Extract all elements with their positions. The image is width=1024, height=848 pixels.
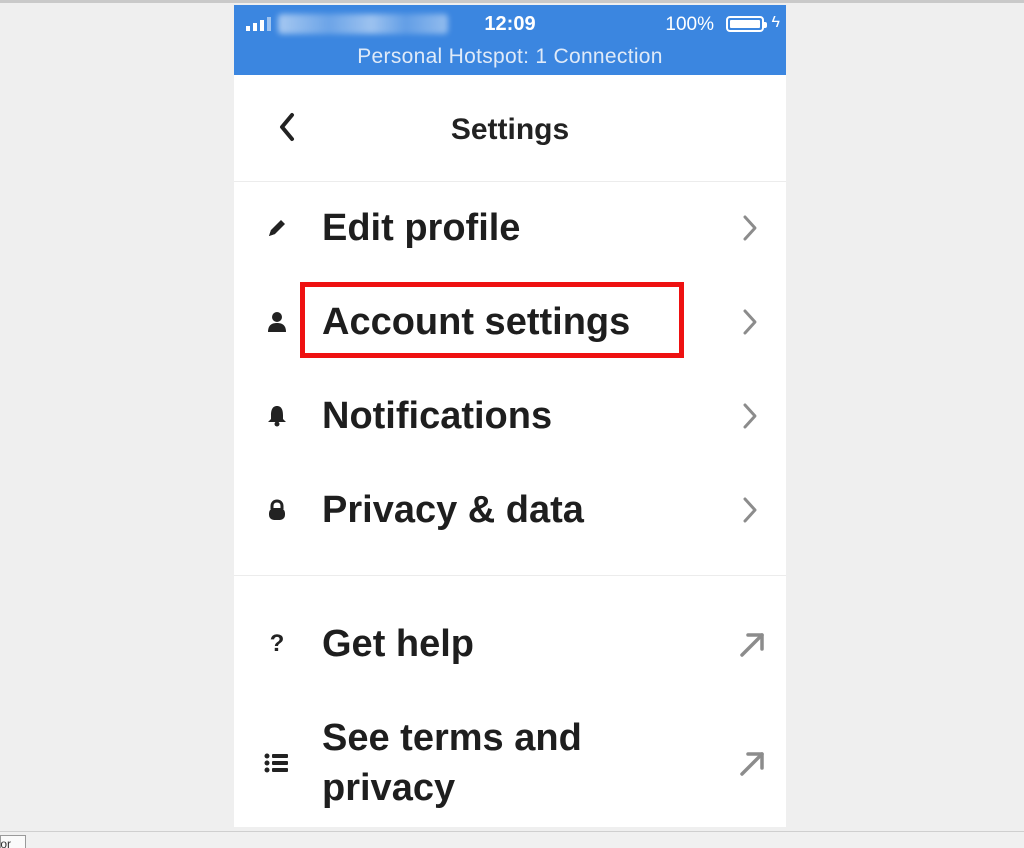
nav-bar: Settings (234, 75, 786, 182)
status-bar: 12:09 100% ϟ Personal Hotspot: 1 Connect… (234, 5, 786, 75)
external-arrow-icon (738, 748, 764, 778)
phone-screen: 12:09 100% ϟ Personal Hotspot: 1 Connect… (234, 5, 786, 827)
menu-item-account-settings[interactable]: Account settings (234, 279, 786, 365)
question-icon: ? (269, 630, 285, 657)
lock-icon (264, 497, 290, 523)
hotspot-banner[interactable]: Personal Hotspot: 1 Connection (234, 45, 786, 69)
screenshot-page: 12:09 100% ϟ Personal Hotspot: 1 Connect… (0, 0, 1024, 848)
chevron-right-icon (738, 307, 762, 337)
menu-item-privacy-data[interactable]: Privacy & data (234, 467, 786, 553)
window-taskbar: tor (0, 831, 1024, 848)
menu-item-label: Notifications (322, 395, 553, 437)
page-title: Settings (450, 113, 570, 146)
menu-item-label-line2: privacy (322, 767, 456, 809)
menu-item-terms-privacy[interactable]: See terms and privacy (234, 705, 786, 821)
external-arrow-icon (738, 629, 764, 659)
section-divider (234, 575, 786, 576)
list-icon (264, 750, 290, 776)
menu-item-label: Account settings (322, 301, 631, 343)
chevron-right-icon (738, 495, 762, 525)
chevron-right-icon (738, 401, 762, 431)
chevron-right-icon (738, 213, 762, 243)
pencil-icon (264, 215, 290, 241)
bell-icon (264, 403, 290, 429)
battery-icon (726, 16, 767, 32)
charging-bolt-icon: ϟ (771, 14, 780, 31)
menu-item-notifications[interactable]: Notifications (234, 373, 786, 459)
menu-item-edit-profile[interactable]: Edit profile (234, 185, 786, 271)
person-icon (264, 309, 290, 335)
menu-item-get-help[interactable]: ? Get help (234, 601, 786, 687)
menu-item-label: Get help (322, 623, 475, 665)
battery-percentage: 100% (665, 14, 714, 35)
menu-item-label: Privacy & data (322, 489, 584, 531)
taskbar-tab[interactable]: tor (0, 835, 26, 848)
menu-item-label-line1: See terms and (322, 717, 582, 759)
menu-item-label: Edit profile (322, 207, 521, 249)
